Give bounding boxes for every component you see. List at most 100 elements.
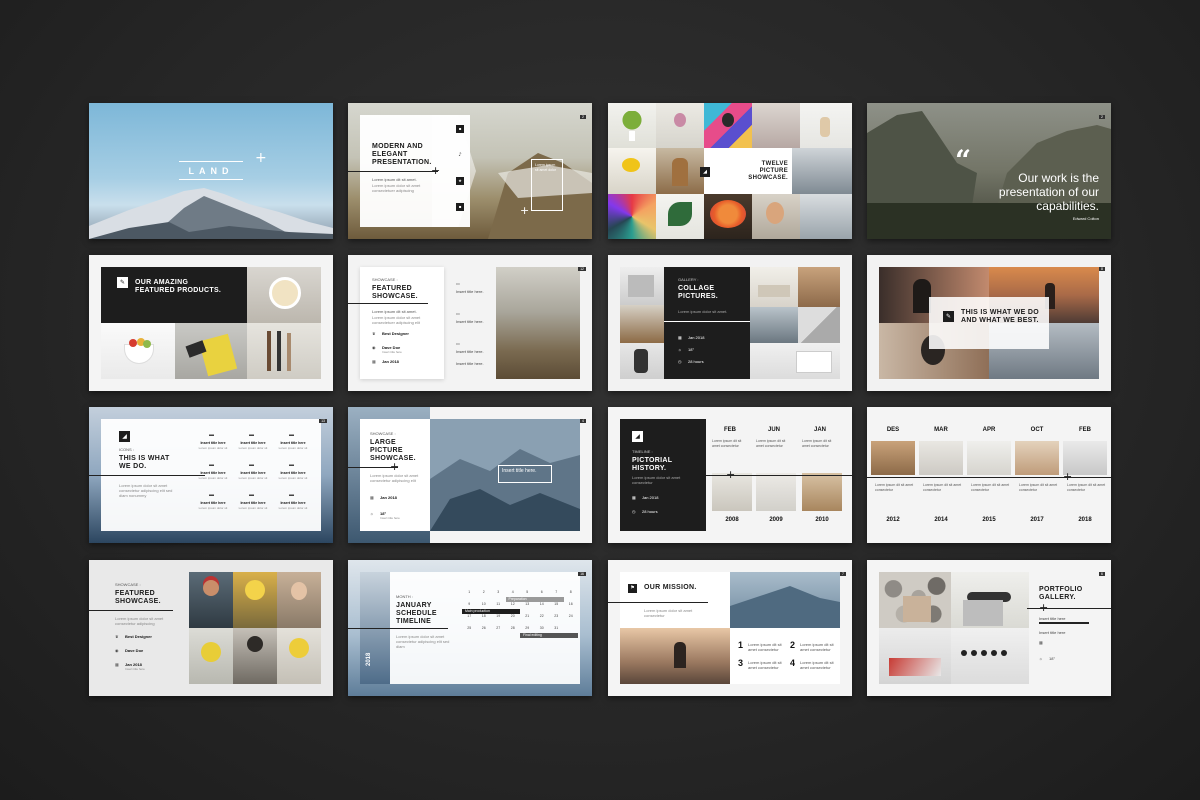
calendar-day[interactable]: 10 (477, 602, 492, 607)
page-number: 6 (1099, 572, 1105, 576)
calendar-day[interactable]: 4 (506, 590, 521, 595)
slide-what-we-do-best[interactable]: ✎ THIS IS WHAT WE DO AND WHAT WE BEST. 8 (867, 255, 1111, 391)
item-label: Best Designer (125, 634, 152, 639)
item-label: Jan 2018 (382, 359, 399, 364)
camera-icon: ◉ (115, 648, 119, 653)
dark-panel (664, 267, 750, 379)
plus-icon: + (1063, 470, 1073, 483)
calendar-day[interactable]: 23 (549, 614, 564, 619)
calendar-day[interactable]: 18 (477, 614, 492, 619)
photo (189, 628, 233, 684)
schedule-bar[interactable]: Final editing (520, 633, 578, 638)
calendar-day[interactable]: 14 (535, 602, 550, 607)
slide-icons[interactable]: ◢ ICONS : THIS IS WHAT WE DO. Lorem ipsu… (89, 407, 333, 543)
photo (871, 441, 915, 475)
calendar-day[interactable]: 1 (462, 590, 477, 595)
photo (752, 103, 800, 148)
insert-text: Insert title here. (456, 289, 484, 294)
calendar-day[interactable]: 8 (564, 590, 579, 595)
calendar-day[interactable]: 5 (520, 590, 535, 595)
calendar-day[interactable]: 26 (477, 626, 492, 631)
page-number: 2 (1099, 115, 1105, 119)
section-label: SHOWCASE : (372, 277, 398, 282)
photo (608, 148, 656, 194)
calendar-day[interactable]: 3 (491, 590, 506, 595)
item-icon: ▬ (209, 492, 214, 498)
slide-featured-showcase[interactable]: SHOWCASE : FEATURED SHOWCASE. Lorem ipsu… (348, 255, 592, 391)
flag-icon: ⚑ (628, 584, 637, 593)
slide-portfolio[interactable]: PORTFOLIO GALLERY. + Insert title here I… (867, 560, 1111, 696)
slide-featured-showcase-people[interactable]: SHOWCASE : FEATURED SHOWCASE. Lorem ipsu… (89, 560, 333, 696)
schedule-bar[interactable]: Preparation (505, 597, 564, 602)
calendar-day[interactable]: 30 (535, 626, 550, 631)
slide-mission[interactable]: ⚑ OUR MISSION. Lorem ipsum dolor sit ame… (608, 560, 852, 696)
slide-title: PORTFOLIO GALLERY. (1039, 586, 1083, 601)
slide-featured-products[interactable]: ✎ OUR AMAZING FEATURED PRODUCTS. (89, 255, 333, 391)
item-label: 28 hours (688, 359, 704, 364)
calendar-day[interactable]: 29 (520, 626, 535, 631)
calendar-icon: ▦ (1039, 640, 1043, 645)
slide-modern-elegant[interactable]: MODERN AND ELEGANT PRESENTATION. + Lorem… (348, 103, 592, 239)
calendar-day[interactable]: 12 (506, 602, 521, 607)
photo (101, 323, 175, 379)
item-sub: Insert title here (382, 350, 402, 354)
calendar-day[interactable]: 15 (549, 602, 564, 607)
slide-title: TWELVE PICTURE SHOWCASE. (748, 161, 788, 181)
slide-large-picture[interactable]: SHOWCASE : LARGE PICTURE SHOWCASE. + Lor… (348, 407, 592, 543)
item-body: Lorem ipsum dolor sit (278, 506, 308, 510)
message-icon: ▪ (456, 203, 464, 211)
slide-pictorial-history[interactable]: ◢ TIMELINE : PICTORIAL HISTORY. Lorem ip… (608, 407, 852, 543)
calendar-day[interactable]: 25 (462, 626, 477, 631)
timeline-text: Lorem ipsum dit sit amet consectetur (875, 483, 914, 492)
mountain-photo (496, 267, 580, 379)
photo (919, 441, 963, 475)
send-icon: ◢ (632, 431, 643, 442)
sun-icon: ☼ (1039, 656, 1043, 661)
item-body: Lorem ipsum dolor sit (198, 476, 228, 480)
camera-icon: ◉ (372, 345, 376, 350)
month-label: JAN (813, 427, 826, 433)
photo (798, 307, 840, 343)
calendar-day[interactable]: 2 (477, 590, 492, 595)
photo (750, 267, 798, 307)
caption-text: Insert title here. (502, 468, 537, 474)
month-label: APR (982, 427, 996, 433)
calendar-day[interactable]: 31 (549, 626, 564, 631)
plus-icon: + (726, 468, 736, 481)
section-label: GALLERY : (678, 277, 699, 282)
slide-timeline[interactable]: DES Lorem ipsum dit sit amet consectetur 2… (867, 407, 1111, 543)
quote-author: Edward Colton (1072, 216, 1099, 221)
calendar-day[interactable]: 16 (564, 602, 579, 607)
calendar-day[interactable]: 21 (520, 614, 535, 619)
block-photo (963, 600, 1003, 626)
schedule-bar[interactable]: Main production (462, 609, 520, 614)
slide-collage[interactable]: GALLERY : COLLAGE PICTURES. Lorem ipsum … (608, 255, 852, 391)
slide-schedule[interactable]: 2018 MONTH : JANUARY SCHEDULE TIMELINE L… (348, 560, 592, 696)
calendar-day[interactable]: 17 (462, 614, 477, 619)
calendar-day[interactable]: 24 (564, 614, 579, 619)
item-label: Jan 2018 (642, 495, 659, 500)
photo (656, 194, 704, 239)
slide-twelve-pictures[interactable]: ◢ TWELVE PICTURE SHOWCASE. (608, 103, 852, 239)
slide-title: OUR AMAZING FEATURED PRODUCTS. (135, 279, 222, 294)
calendar-day[interactable]: 27 (491, 626, 506, 631)
calendar-day[interactable]: 28 (506, 626, 521, 631)
calendar-day[interactable]: 13 (520, 602, 535, 607)
send-icon: ◢ (700, 167, 710, 177)
calendar-day[interactable]: 19 (491, 614, 506, 619)
slide-land[interactable]: LAND + (89, 103, 333, 239)
calendar-day[interactable]: 9 (462, 602, 477, 607)
photo (798, 267, 840, 307)
slide-quote[interactable]: “ Our work is the presentation of our ca… (867, 103, 1111, 239)
calendar-day[interactable]: 20 (506, 614, 521, 619)
photo (233, 628, 277, 684)
calendar-day[interactable]: 6 (535, 590, 550, 595)
sun-icon: ☼ (678, 347, 682, 352)
calendar-day[interactable]: 7 (549, 590, 564, 595)
page-number: 13 (319, 419, 327, 423)
year-label: 2015 (982, 517, 996, 523)
calendar-day[interactable]: 22 (535, 614, 550, 619)
divider (348, 628, 448, 629)
month-label: MAR (934, 427, 948, 433)
calendar-day[interactable]: 11 (491, 602, 506, 607)
